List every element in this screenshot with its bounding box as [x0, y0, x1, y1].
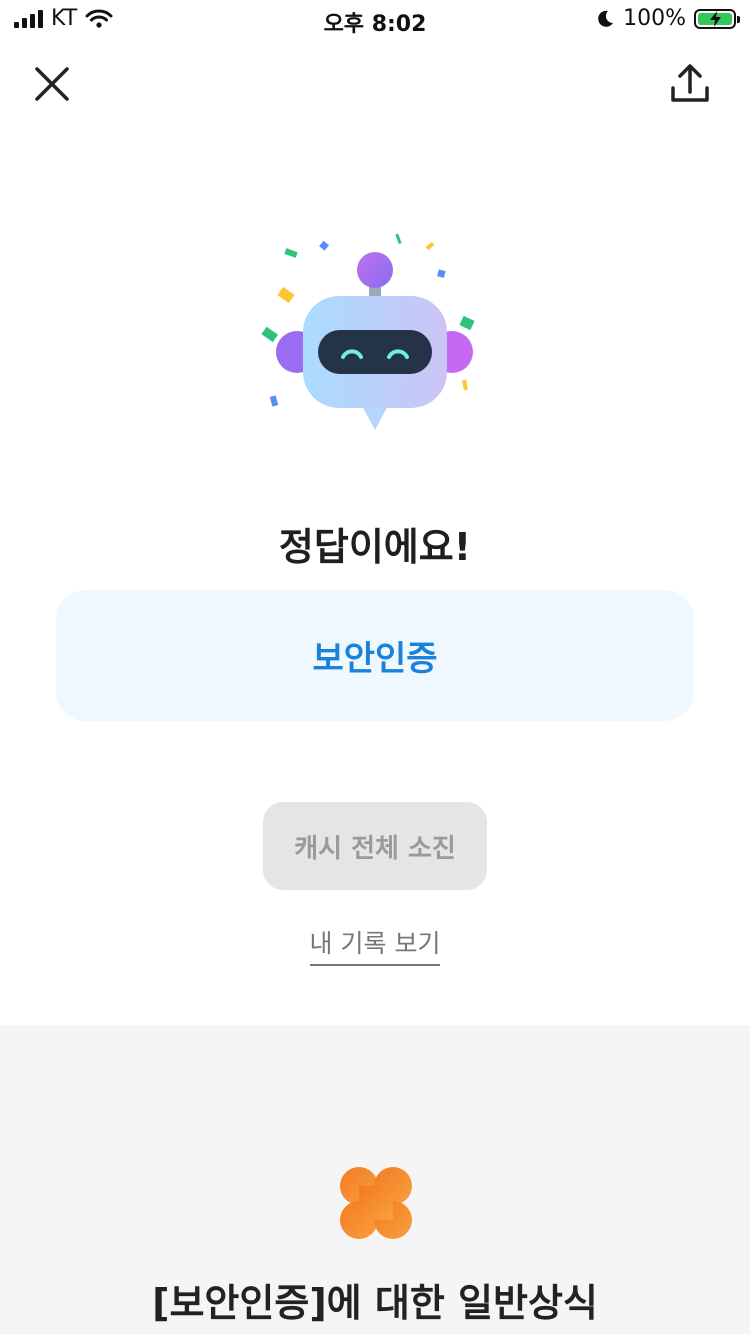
result-title: 정답이에요! — [278, 525, 472, 569]
battery-icon — [694, 8, 740, 29]
view-my-history-link[interactable]: 내 기록 보기 — [309, 929, 441, 966]
clover-icon — [340, 1167, 412, 1239]
general-knowledge-title: [보안인증]에 대한 일반상식 — [152, 1281, 598, 1325]
close-button[interactable] — [32, 64, 72, 104]
cash-spend-all-button[interactable]: 캐시 전체 소진 — [263, 802, 487, 890]
moon-icon — [598, 10, 614, 27]
share-button[interactable] — [670, 62, 710, 106]
robot-mascot-illustration — [261, 233, 475, 430]
close-icon — [35, 67, 69, 101]
history-link-container: 내 기록 보기 — [0, 924, 750, 966]
answer-text: 보안인증 — [312, 639, 438, 679]
status-right: 100% — [595, 6, 740, 31]
answer-card: 보안인증 — [56, 590, 694, 721]
battery-percent: 100% — [623, 6, 686, 31]
share-icon — [671, 64, 709, 102]
charging-bolt-icon — [710, 10, 721, 27]
status-bar: KT 오후 8:02 100% — [0, 0, 750, 40]
